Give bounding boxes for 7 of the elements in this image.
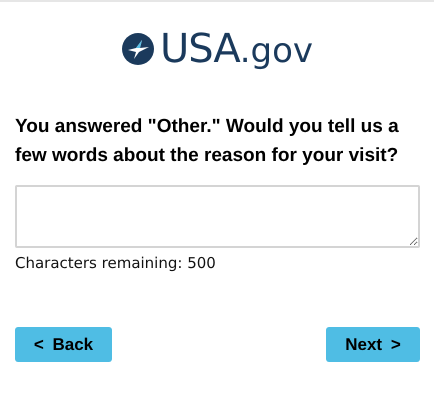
logo-text: USA.gov [160, 29, 314, 69]
next-button[interactable]: Next > [326, 327, 420, 362]
star-logo-icon [122, 33, 154, 65]
question-text: You answered "Other." Would you tell us a few words about the reason for your visit? [15, 115, 400, 168]
answer-field[interactable] [15, 185, 420, 248]
characters-remaining-text: Characters remaining: 500 [15, 254, 217, 272]
back-button[interactable]: < Back [15, 327, 112, 362]
